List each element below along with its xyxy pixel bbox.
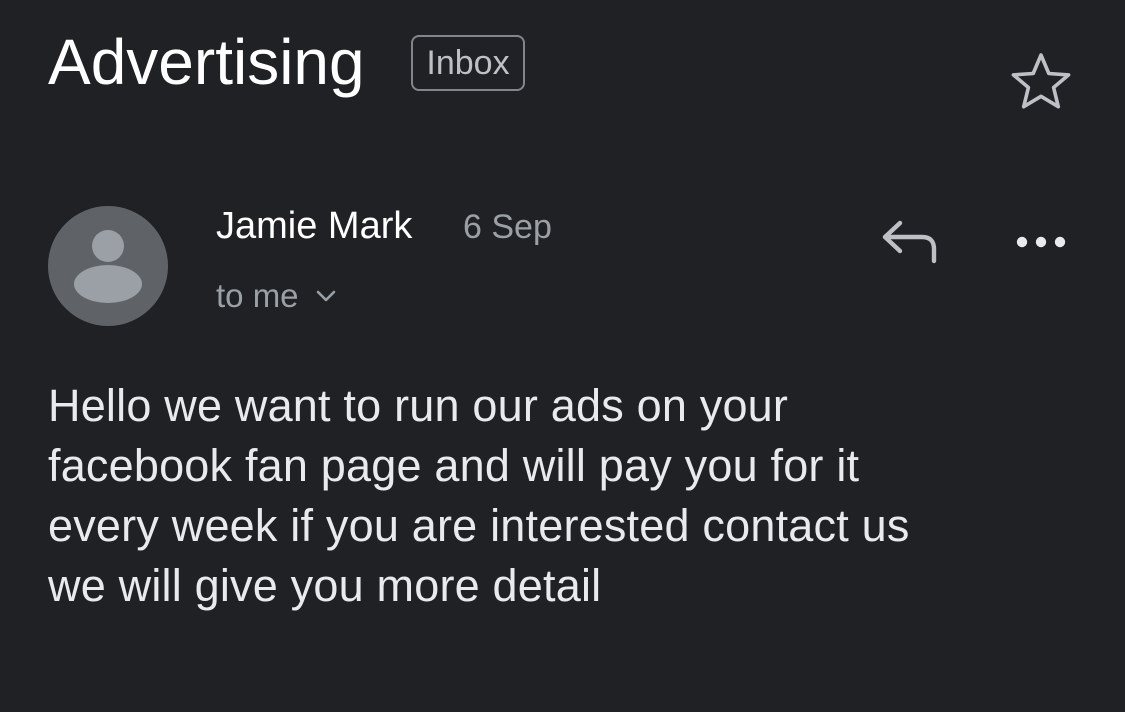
recipient-details-toggle[interactable]: to me (216, 272, 337, 320)
email-detail-screen: { "email": { "subject": "Advertising", "… (0, 0, 1125, 712)
recipients-text: to me (216, 277, 299, 314)
inbox-label-chip[interactable]: Inbox (411, 35, 525, 91)
email-date: 6 Sep (463, 208, 552, 246)
reply-icon (882, 220, 937, 264)
email-body-line: every week if you are interested contact… (48, 500, 910, 551)
email-body: Hello we want to run our ads on your fac… (48, 376, 1088, 616)
email-body-line: we will give you more detail (48, 560, 602, 611)
email-subject: Advertising (48, 26, 365, 98)
more-horizontal-icon (1016, 236, 1066, 248)
chevron-down-icon (316, 290, 335, 302)
email-body-line: facebook fan page and will pay you for i… (48, 440, 860, 491)
default-avatar-icon (74, 230, 142, 303)
sender-name: Jamie Mark (216, 205, 413, 247)
sender-avatar[interactable] (48, 206, 168, 326)
star-icon[interactable] (1008, 50, 1074, 112)
email-body-line: Hello we want to run our ads on your (48, 380, 789, 431)
reply-button[interactable] (878, 216, 942, 268)
more-options-button[interactable] (1012, 228, 1072, 256)
